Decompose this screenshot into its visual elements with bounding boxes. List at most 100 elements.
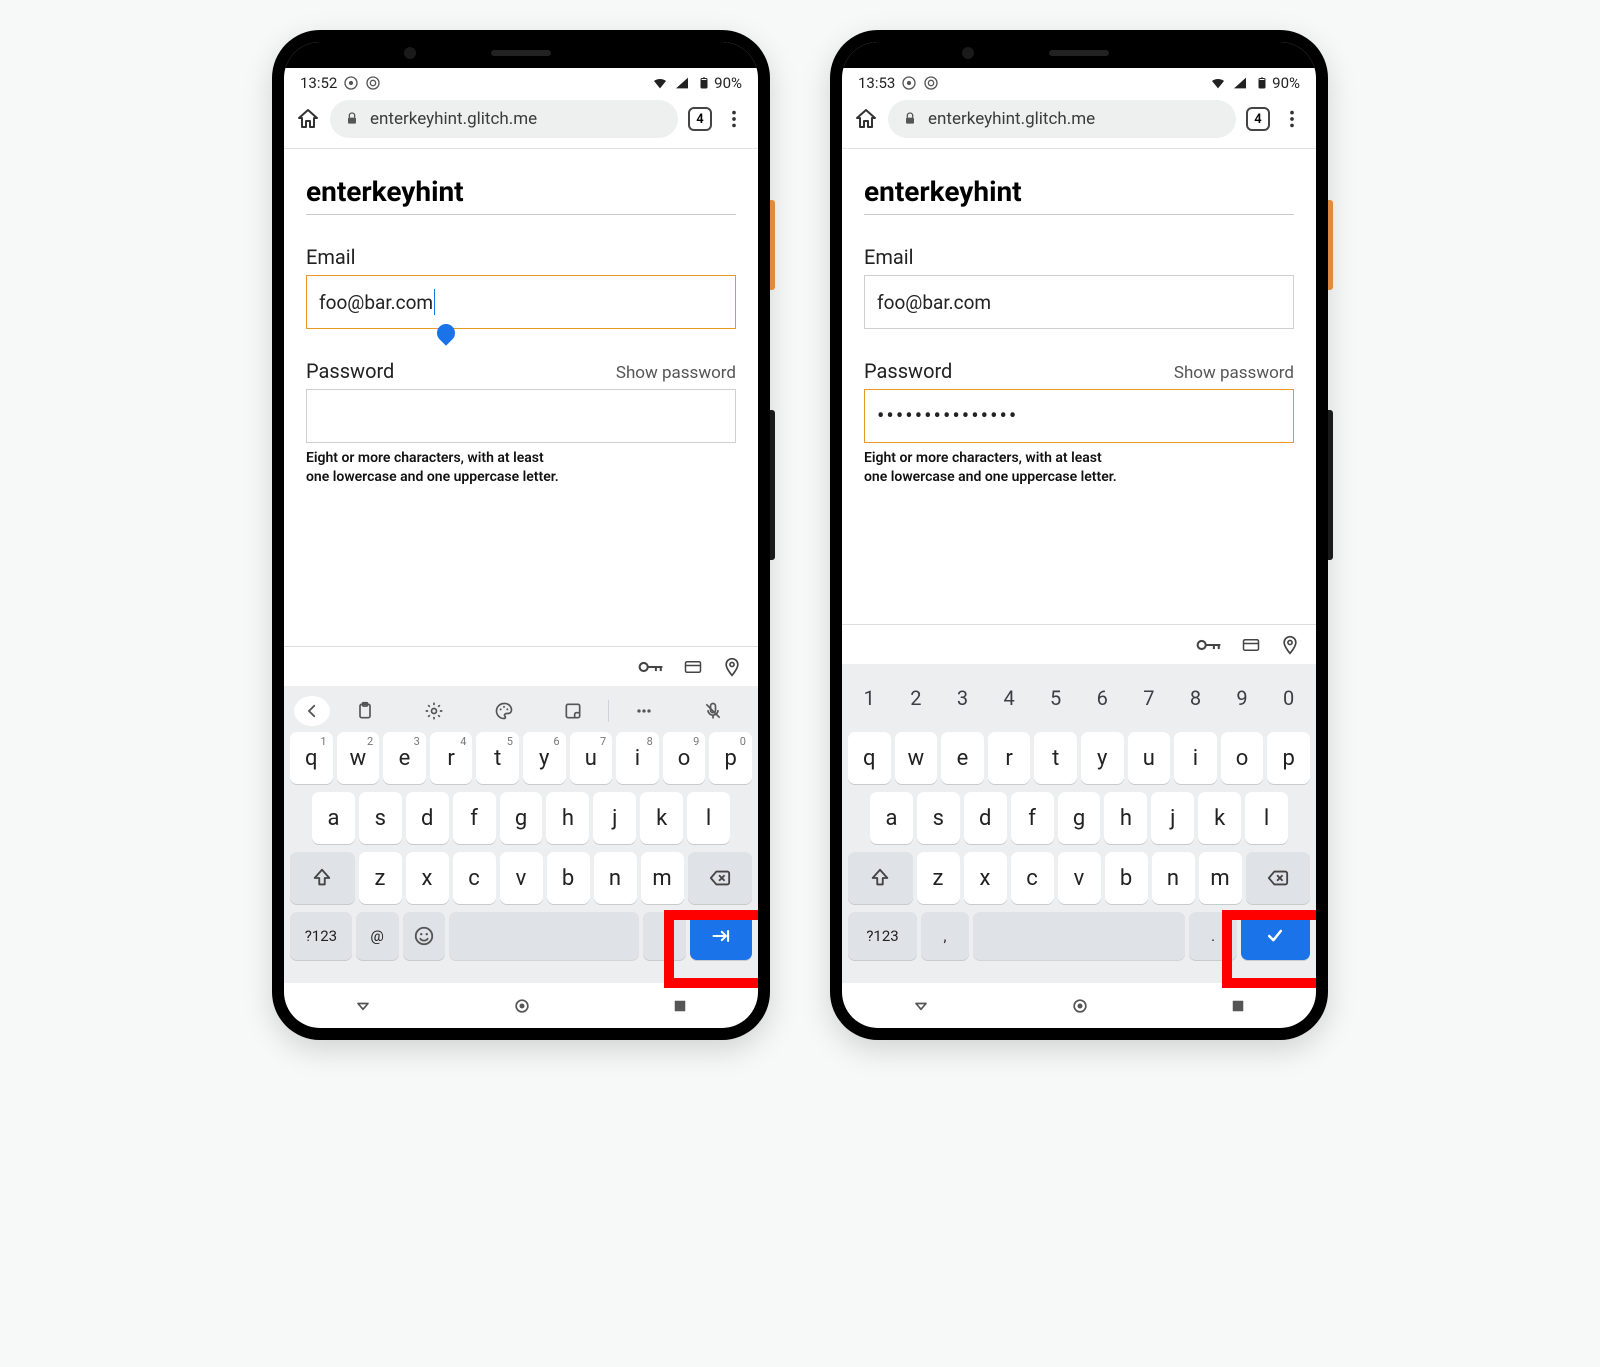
- symbols-key[interactable]: ?123: [290, 912, 352, 960]
- menu-kebab-icon[interactable]: [1280, 107, 1304, 131]
- key-p[interactable]: p: [1267, 732, 1310, 784]
- key-7[interactable]: 7: [1128, 672, 1171, 724]
- location-pin-icon[interactable]: [1280, 635, 1300, 655]
- key-s[interactable]: s: [359, 792, 402, 844]
- address-bar[interactable]: enterkeyhint.glitch.me: [330, 100, 678, 138]
- key-n[interactable]: n: [1152, 852, 1195, 904]
- key-u[interactable]: u7: [570, 732, 613, 784]
- address-bar[interactable]: enterkeyhint.glitch.me: [888, 100, 1236, 138]
- key-z[interactable]: z: [917, 852, 960, 904]
- key-v[interactable]: v: [500, 852, 543, 904]
- key-q[interactable]: q1: [290, 732, 333, 784]
- nav-recent-icon[interactable]: [1229, 997, 1247, 1015]
- key-l[interactable]: l: [1245, 792, 1288, 844]
- key-m[interactable]: m: [641, 852, 684, 904]
- key-0[interactable]: 0: [1267, 672, 1310, 724]
- key-y[interactable]: y: [1081, 732, 1124, 784]
- key-y[interactable]: y6: [523, 732, 566, 784]
- key-p[interactable]: p0: [709, 732, 752, 784]
- home-icon[interactable]: [854, 107, 878, 131]
- key-z[interactable]: z: [359, 852, 402, 904]
- key-icon[interactable]: [638, 659, 664, 675]
- key-e[interactable]: e3: [383, 732, 426, 784]
- enter-key[interactable]: [1241, 912, 1310, 960]
- key-s[interactable]: s: [917, 792, 960, 844]
- key-icon[interactable]: [1196, 637, 1222, 653]
- password-field[interactable]: •••••••••••••••: [864, 389, 1294, 443]
- key-d[interactable]: d: [964, 792, 1007, 844]
- keyboard-collapse-icon[interactable]: [294, 696, 330, 726]
- key-t[interactable]: t5: [476, 732, 519, 784]
- tab-switcher[interactable]: 4: [688, 107, 712, 131]
- settings-gear-icon[interactable]: [400, 701, 470, 721]
- key-f[interactable]: f: [1011, 792, 1054, 844]
- shift-key[interactable]: [290, 852, 355, 904]
- key-v[interactable]: v: [1058, 852, 1101, 904]
- key-r[interactable]: r: [988, 732, 1031, 784]
- key-f[interactable]: f: [453, 792, 496, 844]
- key-c[interactable]: c: [1011, 852, 1054, 904]
- key-b[interactable]: b: [1105, 852, 1148, 904]
- key-3[interactable]: 3: [941, 672, 984, 724]
- nav-back-icon[interactable]: [353, 996, 373, 1016]
- key-w[interactable]: w: [895, 732, 938, 784]
- key-u[interactable]: u: [1128, 732, 1171, 784]
- theme-palette-icon[interactable]: [469, 701, 539, 721]
- card-icon[interactable]: [1240, 636, 1262, 654]
- key-4[interactable]: 4: [988, 672, 1031, 724]
- emoji-key[interactable]: [403, 912, 446, 960]
- more-dots-icon[interactable]: [609, 701, 679, 721]
- enter-key[interactable]: [690, 912, 752, 960]
- key-e[interactable]: e: [941, 732, 984, 784]
- key-5[interactable]: 5: [1034, 672, 1077, 724]
- nav-back-icon[interactable]: [911, 996, 931, 1016]
- nav-home-icon[interactable]: [1070, 996, 1090, 1016]
- key-q[interactable]: q: [848, 732, 891, 784]
- key-a[interactable]: a: [870, 792, 913, 844]
- key-x[interactable]: x: [964, 852, 1007, 904]
- sticker-icon[interactable]: [539, 701, 609, 721]
- menu-kebab-icon[interactable]: [722, 107, 746, 131]
- card-icon[interactable]: [682, 658, 704, 676]
- key-a[interactable]: a: [312, 792, 355, 844]
- period-key[interactable]: .: [1189, 912, 1237, 960]
- key-c[interactable]: c: [453, 852, 496, 904]
- key-i[interactable]: i8: [616, 732, 659, 784]
- key-1[interactable]: 1: [848, 672, 891, 724]
- password-field[interactable]: [306, 389, 736, 443]
- key-o[interactable]: o: [1221, 732, 1264, 784]
- symbols-key[interactable]: ?123: [848, 912, 917, 960]
- clipboard-icon[interactable]: [330, 701, 400, 721]
- key-r[interactable]: r4: [430, 732, 473, 784]
- key-2[interactable]: 2: [895, 672, 938, 724]
- key-8[interactable]: 8: [1174, 672, 1217, 724]
- show-password-toggle[interactable]: Show password: [1174, 363, 1294, 383]
- key-j[interactable]: j: [593, 792, 636, 844]
- nav-home-icon[interactable]: [512, 996, 532, 1016]
- nav-recent-icon[interactable]: [671, 997, 689, 1015]
- alt1-key[interactable]: ,: [921, 912, 969, 960]
- key-o[interactable]: o9: [663, 732, 706, 784]
- home-icon[interactable]: [296, 107, 320, 131]
- mic-off-icon[interactable]: [679, 701, 749, 721]
- key-b[interactable]: b: [547, 852, 590, 904]
- key-k[interactable]: k: [640, 792, 683, 844]
- email-field[interactable]: foo@bar.com: [864, 275, 1294, 329]
- show-password-toggle[interactable]: Show password: [616, 363, 736, 383]
- key-l[interactable]: l: [687, 792, 730, 844]
- key-9[interactable]: 9: [1221, 672, 1264, 724]
- key-x[interactable]: x: [406, 852, 449, 904]
- key-h[interactable]: h: [546, 792, 589, 844]
- key-n[interactable]: n: [594, 852, 637, 904]
- key-w[interactable]: w2: [337, 732, 380, 784]
- backspace-key[interactable]: [1246, 852, 1311, 904]
- key-j[interactable]: j: [1151, 792, 1194, 844]
- key-m[interactable]: m: [1199, 852, 1242, 904]
- key-g[interactable]: g: [500, 792, 543, 844]
- backspace-key[interactable]: [688, 852, 753, 904]
- key-i[interactable]: i: [1174, 732, 1217, 784]
- period-key[interactable]: .: [643, 912, 686, 960]
- key-h[interactable]: h: [1104, 792, 1147, 844]
- key-t[interactable]: t: [1034, 732, 1077, 784]
- key-6[interactable]: 6: [1081, 672, 1124, 724]
